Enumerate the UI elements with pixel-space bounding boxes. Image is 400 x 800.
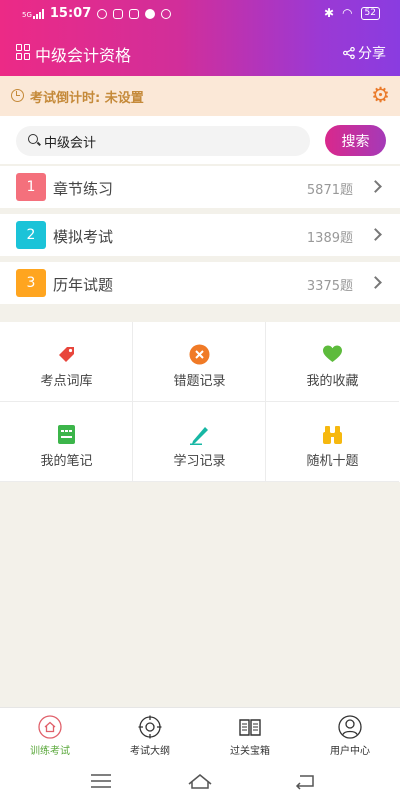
tag-icon (59, 347, 74, 362)
notification-icon (161, 8, 172, 19)
search-box[interactable] (16, 126, 310, 156)
category-number-badge: 1 (16, 173, 46, 201)
clock-icon (11, 89, 24, 102)
pencil-icon (190, 427, 208, 445)
tool-wrong-answers[interactable]: 错题记录 (133, 322, 266, 402)
back-icon[interactable] (292, 770, 318, 792)
category-row-past-papers[interactable]: 3 历年试题 3375题 (0, 262, 400, 304)
chevron-right-icon (369, 228, 382, 241)
chevron-right-icon (369, 180, 382, 193)
tool-label: 随机十题 (306, 454, 359, 469)
system-nav-bar (0, 763, 400, 800)
gear-icon[interactable]: ⚙ (371, 83, 390, 107)
target-icon (138, 715, 162, 739)
category-name: 模拟考试 (53, 228, 114, 246)
tool-favorites[interactable]: 我的收藏 (266, 322, 399, 402)
home-icon (38, 715, 62, 739)
tool-knowledge-base[interactable]: 考点词库 (0, 322, 133, 402)
exam-countdown-bar[interactable]: 考试倒计时: 未设置 ⚙ (0, 76, 400, 116)
search-button[interactable]: 搜索 (325, 125, 386, 156)
category-name: 历年试题 (53, 276, 114, 294)
share-button[interactable]: 分享 (343, 43, 386, 63)
tab-training-exam[interactable]: 训练考试 (0, 708, 100, 764)
notebook-icon (58, 425, 75, 444)
tool-label: 我的收藏 (306, 374, 359, 389)
wifi-icon: ◠ (342, 6, 353, 20)
bluetooth-icon: ✱ (324, 6, 335, 20)
tab-label: 用户中心 (330, 746, 370, 757)
search-section: 搜索 (0, 116, 400, 164)
tab-syllabus[interactable]: 考试大纲 (100, 708, 200, 764)
cross-circle-icon (189, 344, 210, 365)
tool-label: 错题记录 (173, 374, 226, 389)
status-bar: 5G 15:07 ✱ ◠ 52 (0, 0, 400, 28)
category-number-badge: 2 (16, 221, 46, 249)
signal-icon (32, 8, 44, 19)
category-count: 5871题 (306, 183, 353, 198)
page-title: 中级会计资格 (35, 46, 132, 65)
home-nav-icon[interactable] (187, 770, 213, 792)
search-icon (28, 134, 38, 144)
chat-icon (145, 8, 156, 19)
countdown-text: 考试倒计时: 未设置 (30, 91, 144, 106)
tab-label: 过关宝箱 (230, 746, 270, 757)
grid-icon[interactable] (16, 44, 32, 60)
binoculars-icon (323, 426, 342, 444)
menu-icon[interactable] (88, 770, 114, 792)
notification-icon (97, 8, 108, 19)
tab-treasure-box[interactable]: 过关宝箱 (200, 708, 300, 764)
tab-user-center[interactable]: 用户中心 (300, 708, 400, 764)
app-header: 5G 15:07 ✱ ◠ 52 中级会计资格 分享 (0, 0, 400, 76)
share-label: 分享 (358, 46, 386, 62)
share-icon (343, 47, 355, 59)
tool-notes[interactable]: 我的笔记 (0, 402, 133, 482)
status-time: 15:07 (49, 6, 92, 21)
category-count: 3375题 (306, 279, 353, 294)
bottom-tab-bar: 训练考试 考试大纲 过关宝箱 用户中心 (0, 707, 400, 763)
notification-icon (113, 8, 124, 19)
tab-label: 考试大纲 (130, 746, 170, 757)
notification-icon (129, 8, 140, 19)
tool-label: 学习记录 (173, 454, 226, 469)
category-number-badge: 3 (16, 269, 46, 297)
book-icon (239, 719, 261, 736)
tool-grid: 考点词库 错题记录 我的收藏 我的笔记 学习记录 随机十题 (0, 322, 400, 482)
app-bar: 中级会计资格 分享 (0, 36, 400, 70)
tool-label: 我的笔记 (40, 454, 93, 469)
tool-study-history[interactable]: 学习记录 (133, 402, 266, 482)
category-row-mock-exam[interactable]: 2 模拟考试 1389题 (0, 214, 400, 256)
tool-label: 考点词库 (40, 374, 93, 389)
tab-label: 训练考试 (30, 746, 70, 757)
search-input[interactable] (44, 131, 294, 151)
heart-icon (323, 345, 342, 362)
user-icon (338, 715, 362, 739)
category-count: 1389题 (306, 231, 353, 246)
category-row-chapter[interactable]: 1 章节练习 5871题 (0, 166, 400, 208)
category-name: 章节练习 (53, 180, 114, 198)
battery-icon: 52 (360, 6, 380, 20)
tool-random-ten[interactable]: 随机十题 (266, 402, 399, 482)
chevron-right-icon (369, 276, 382, 289)
network-label: 5G (22, 10, 32, 19)
